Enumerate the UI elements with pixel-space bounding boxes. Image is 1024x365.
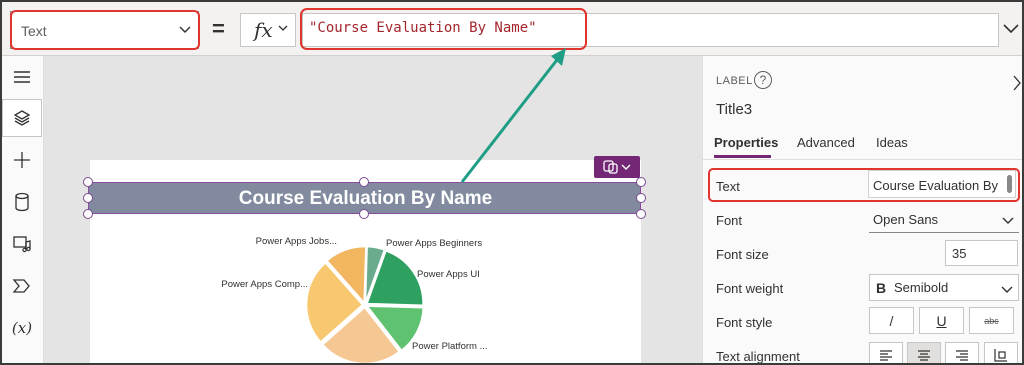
tree-view-layers-icon[interactable] <box>2 99 42 137</box>
resize-handle[interactable] <box>636 209 646 219</box>
control-type-label: LABEL <box>716 75 753 87</box>
font-weight-property-label: Font weight <box>716 281 784 296</box>
annotation-arrow <box>460 48 566 183</box>
pie-slice-label: Power Apps Comp... <box>221 279 308 290</box>
chevron-right-icon[interactable] <box>1012 75 1022 91</box>
copilot-icon <box>603 160 631 174</box>
resize-handle[interactable] <box>83 193 93 203</box>
align-left-button[interactable] <box>869 342 903 363</box>
fx-button[interactable]: fx <box>240 13 296 47</box>
pie-slice-label: Power Apps Beginners <box>386 238 482 249</box>
bold-icon: B <box>876 280 887 296</box>
align-center-icon <box>918 350 930 361</box>
power-automate-icon[interactable] <box>2 267 42 305</box>
media-icon[interactable] <box>2 225 42 263</box>
variables-icon[interactable]: (x) <box>2 309 42 347</box>
fx-icon: fx <box>254 18 273 42</box>
text-alignment-property-label: Text alignment <box>716 349 800 364</box>
resize-handle[interactable] <box>359 209 369 219</box>
chevron-down-icon <box>1001 286 1013 293</box>
pie-chart[interactable]: Power Apps Beginners Power Apps UI Power P… <box>202 222 522 365</box>
align-left-icon <box>880 350 892 361</box>
tab-divider <box>703 159 1022 160</box>
tab-advanced[interactable]: Advanced <box>797 135 855 150</box>
align-center-button[interactable] <box>907 342 941 363</box>
tab-ideas[interactable]: Ideas <box>876 135 908 150</box>
left-rail: (x) <box>2 56 44 363</box>
font-size-property-label: Font size <box>716 247 769 262</box>
copilot-button[interactable] <box>594 156 640 178</box>
font-property-label: Font <box>716 213 743 228</box>
data-cylinder-icon[interactable] <box>2 183 42 221</box>
strikethrough-button[interactable]: abc <box>969 307 1014 334</box>
equals-sign: = <box>212 16 225 41</box>
font-dropdown[interactable]: Open Sans <box>869 206 1019 233</box>
italic-button[interactable]: / <box>869 307 914 334</box>
tab-properties[interactable]: Properties <box>714 135 778 150</box>
font-dropdown-value: Open Sans <box>873 212 939 227</box>
align-right-button[interactable] <box>945 342 979 363</box>
active-tab-indicator <box>714 155 771 158</box>
pie-slice-label: Power Apps Jobs... <box>256 236 337 247</box>
control-name: Title3 <box>716 101 753 118</box>
font-weight-value: Semibold <box>894 280 949 295</box>
chevron-down-icon <box>278 25 288 31</box>
help-icon[interactable]: ? <box>754 71 772 89</box>
app-window: Text = fx "Course Evaluation By Name" (x… <box>0 0 1024 365</box>
resize-handle[interactable] <box>359 177 369 187</box>
properties-panel: LABEL ? Title3 Properties Advanced Ideas… <box>702 56 1022 364</box>
insert-plus-icon[interactable] <box>2 141 42 179</box>
align-justify-button[interactable] <box>984 342 1018 363</box>
property-dropdown-highlight <box>10 10 200 50</box>
menu-icon[interactable] <box>2 58 42 96</box>
chevron-down-icon <box>1002 217 1014 224</box>
font-weight-dropdown[interactable]: B Semibold <box>869 274 1019 301</box>
align-right-icon <box>956 350 968 361</box>
font-size-value: 35 <box>952 246 967 261</box>
expand-formula-chevron-icon[interactable] <box>1002 22 1020 36</box>
pie-slice-label: Power Platform ... <box>412 341 488 352</box>
resize-handle[interactable] <box>636 193 646 203</box>
pie-slice-label: Power Apps UI <box>417 269 480 280</box>
resize-handle[interactable] <box>83 177 93 187</box>
align-justify-icon <box>994 349 1007 362</box>
resize-handle[interactable] <box>83 209 93 219</box>
resize-handle[interactable] <box>636 177 646 187</box>
underline-button[interactable]: U <box>919 307 964 334</box>
font-style-property-label: Font style <box>716 315 773 330</box>
font-size-input[interactable]: 35 <box>945 240 1018 266</box>
text-row-highlight <box>708 168 1020 202</box>
